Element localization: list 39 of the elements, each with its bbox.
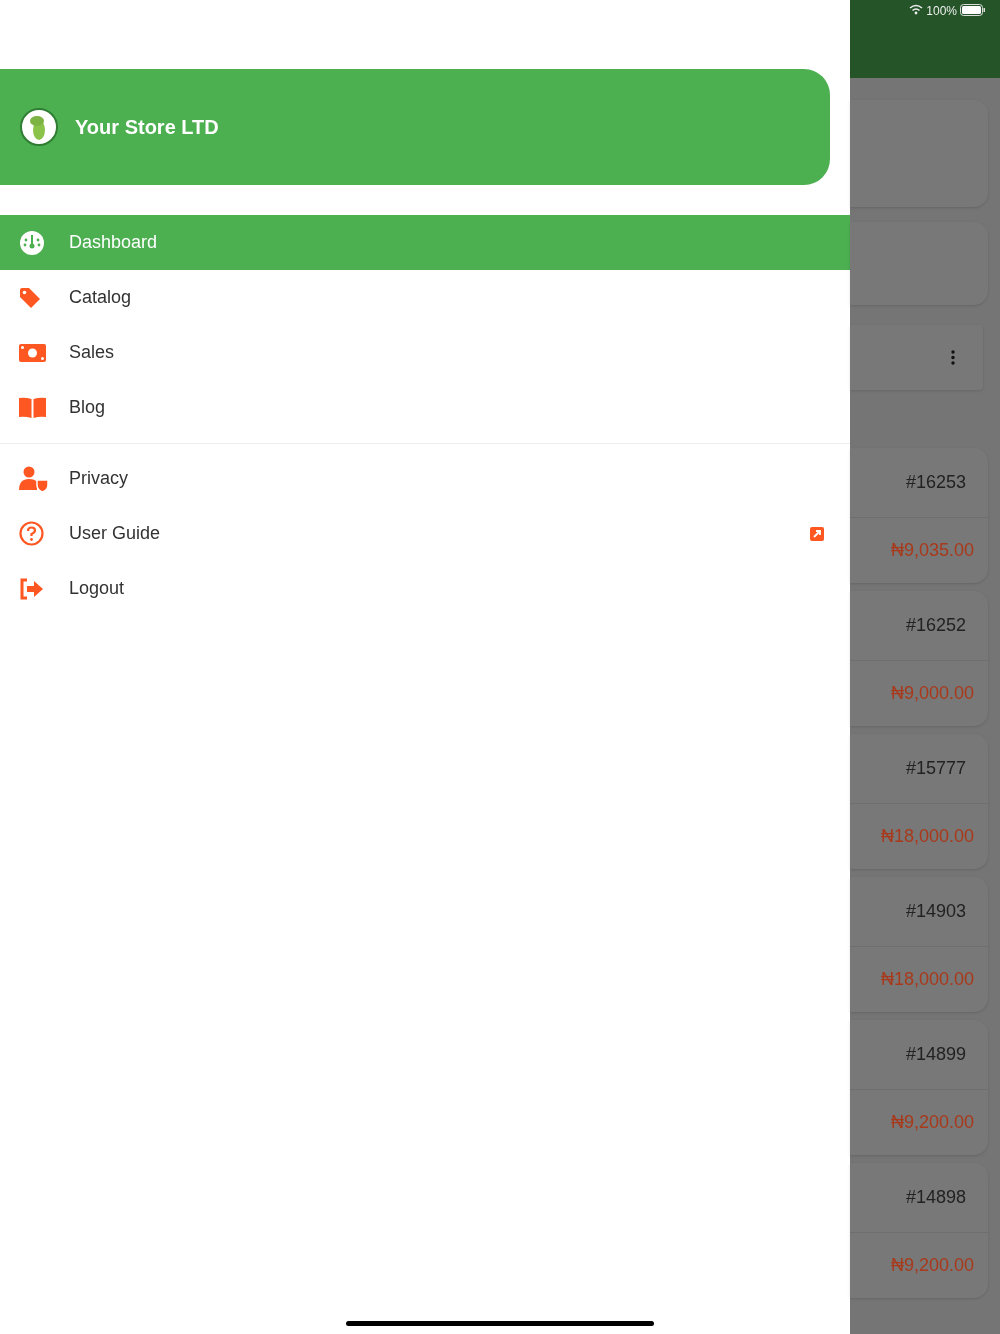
help-icon xyxy=(19,521,44,546)
menu-label: Sales xyxy=(69,341,115,364)
more-options-icon xyxy=(951,350,955,365)
menu-label: User Guide xyxy=(69,522,161,545)
store-name: Your Store LTD xyxy=(75,115,219,140)
order-card[interactable]: #16253 ₦9,035.00 xyxy=(850,448,988,583)
book-icon xyxy=(19,397,46,418)
order-amount: ₦9,035.00 xyxy=(890,539,974,562)
order-card[interactable]: #14899 ₦9,200.00 xyxy=(850,1020,988,1155)
order-number: #14903 xyxy=(905,900,966,923)
order-amount: ₦9,200.00 xyxy=(890,1254,974,1277)
order-amount: ₦18,000.00 xyxy=(880,968,974,991)
order-number: #14899 xyxy=(905,1043,966,1066)
banknote-icon xyxy=(19,343,46,362)
order-card[interactable]: #14898 ₦9,200.00 xyxy=(850,1163,988,1298)
tag-icon xyxy=(19,286,41,309)
menu-item[interactable]: Dashboard xyxy=(0,215,850,270)
order-amount: ₦9,000.00 xyxy=(890,682,974,705)
order-card[interactable]: #16252 ₦9,000.00 xyxy=(850,591,988,726)
menu-label: Blog xyxy=(69,396,106,419)
order-number: #16253 xyxy=(905,471,966,494)
order-amount: ₦9,200.00 xyxy=(890,1111,974,1134)
battery-icon xyxy=(960,4,986,16)
battery-percent: 100% xyxy=(926,4,957,18)
order-number: #14898 xyxy=(905,1186,966,1209)
order-card[interactable]: #15777 ₦18,000.00 xyxy=(850,734,988,869)
order-number: #15777 xyxy=(905,757,966,780)
order-number: #16252 xyxy=(905,614,966,637)
menu-label: Catalog xyxy=(69,286,132,309)
order-card[interactable]: #14903 ₦18,000.00 xyxy=(850,877,988,1012)
gauge-icon xyxy=(19,229,45,256)
menu-label: Dashboard xyxy=(69,231,158,254)
wifi-icon xyxy=(909,4,924,15)
logout-icon xyxy=(19,577,44,600)
logo-icon xyxy=(20,108,58,146)
menu-label: Privacy xyxy=(69,467,128,490)
user-shield-icon xyxy=(19,465,49,492)
menu-label: Logout xyxy=(69,577,125,600)
order-amount: ₦18,000.00 xyxy=(880,825,974,848)
